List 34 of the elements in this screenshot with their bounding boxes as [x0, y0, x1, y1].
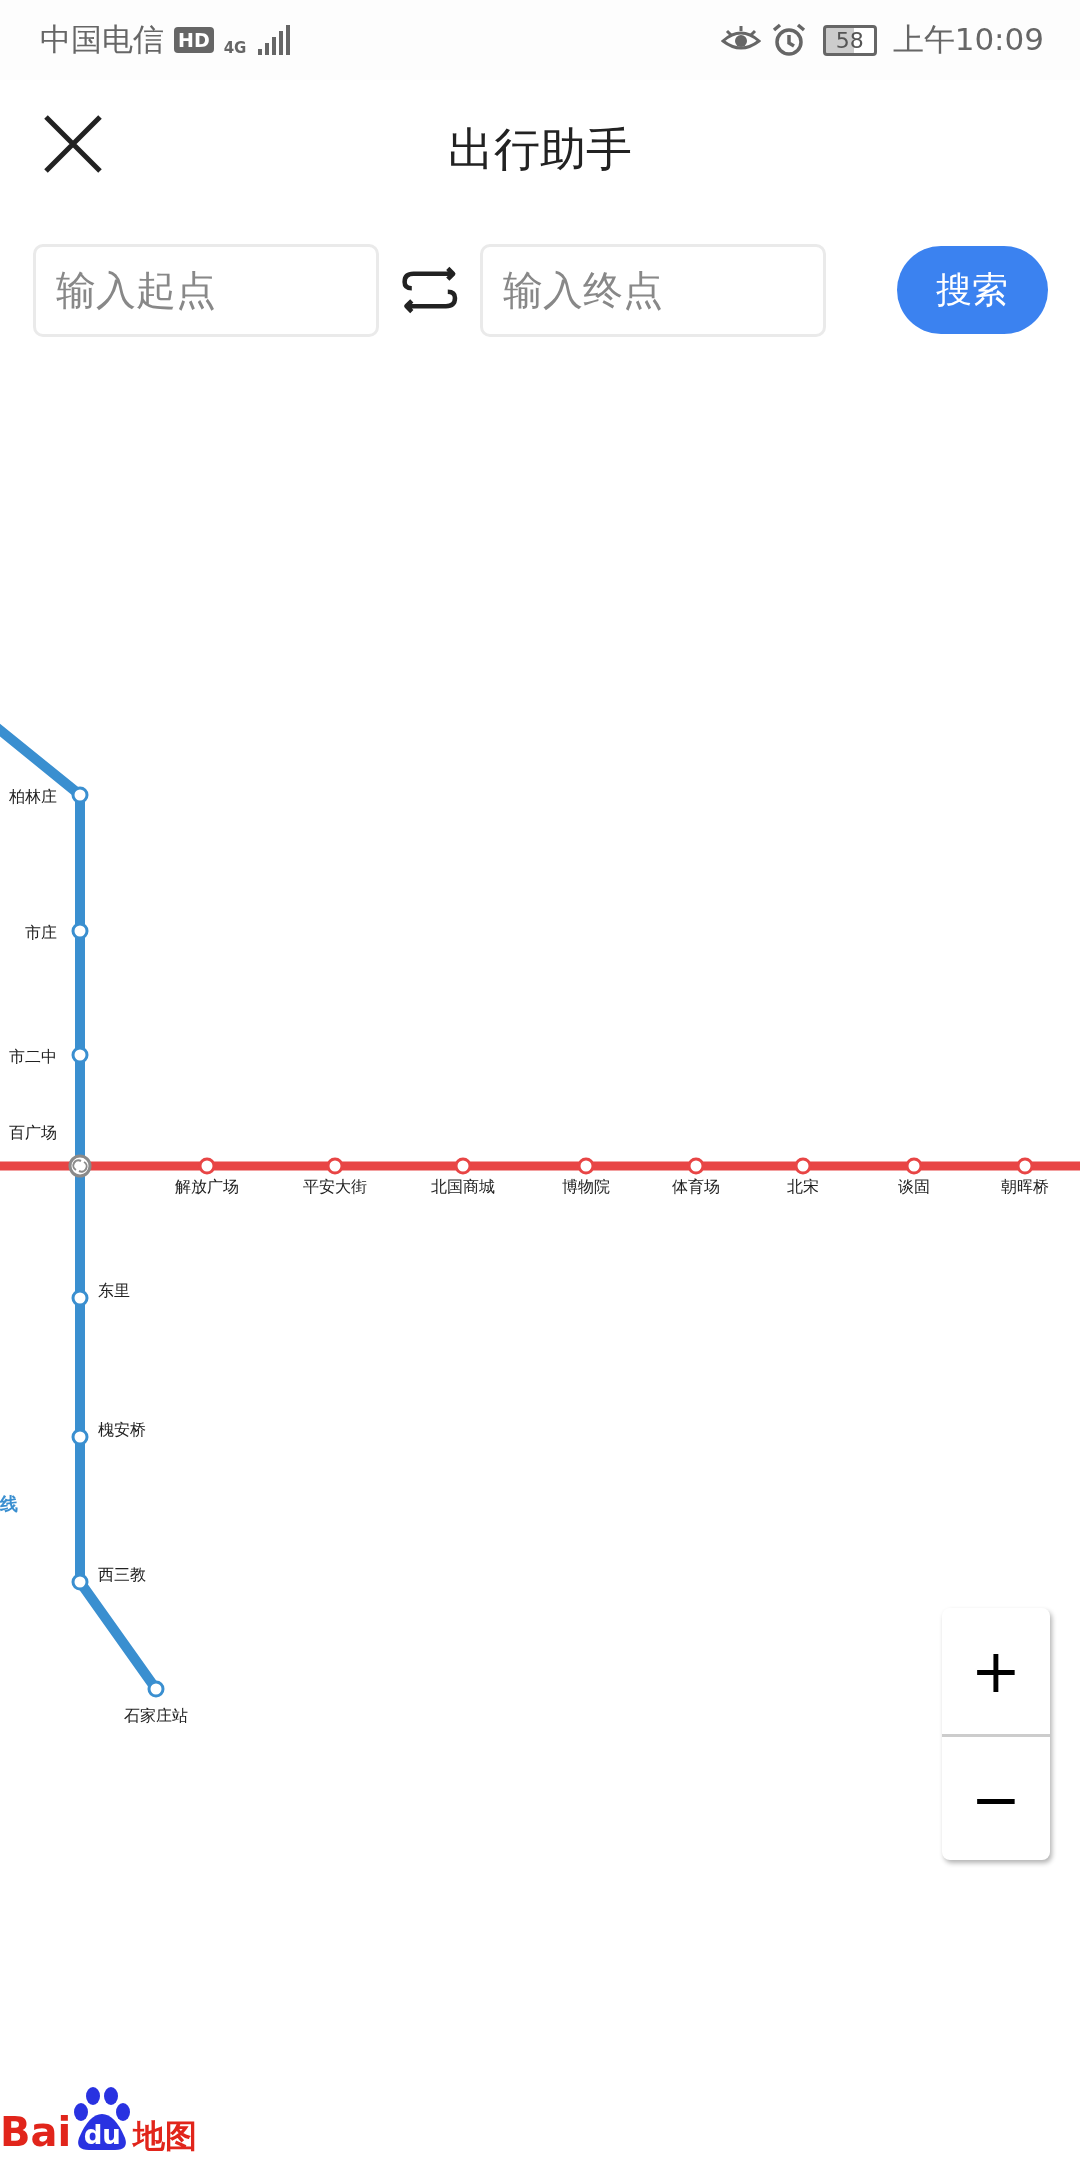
network-type: 4G [223, 39, 247, 57]
line-label: 线 [0, 1493, 18, 1514]
signal-icon [256, 23, 291, 57]
station-label: 北国商城 [431, 1177, 495, 1196]
end-field[interactable]: 输入终点 [479, 243, 826, 337]
zoom-in-button[interactable]: + [942, 1608, 1050, 1734]
logo-text: 地图 [133, 2120, 198, 2152]
station-label: 谈固 [898, 1177, 930, 1196]
battery-level: 58 [822, 24, 877, 56]
carrier-name: 中国电信 [40, 20, 164, 59]
start-field[interactable]: 输入起点 [33, 243, 379, 337]
station-label: 市二中 [9, 1047, 57, 1066]
interchange-icon [68, 1154, 92, 1178]
station-label: 平安大街 [303, 1177, 367, 1196]
alarm-icon [770, 22, 807, 58]
station-label: 柏林庄 [9, 787, 57, 806]
station-label: 东里 [98, 1281, 130, 1300]
hd-badge: HD [174, 27, 214, 53]
logo-text: Bai [0, 2112, 72, 2152]
station-label: 体育场 [672, 1177, 720, 1196]
station-label: 朝晖桥 [1001, 1177, 1049, 1196]
station-label: 百广场 [9, 1123, 57, 1142]
close-icon[interactable] [43, 114, 103, 174]
zoom-out-button[interactable]: − [942, 1734, 1050, 1860]
station-label: 解放广场 [175, 1177, 239, 1196]
search-button[interactable]: 搜索 [896, 246, 1048, 334]
station-label: 石家庄站 [124, 1706, 188, 1725]
station-label: 北宋 [787, 1177, 819, 1196]
station-label: 市庄 [25, 923, 57, 942]
page-title: 出行助手 [448, 121, 632, 178]
station-label: 槐安桥 [98, 1420, 146, 1439]
station-label: 博物院 [562, 1177, 610, 1196]
clock-time: 上午10:09 [892, 20, 1044, 59]
station-label: 西三教 [98, 1565, 146, 1584]
